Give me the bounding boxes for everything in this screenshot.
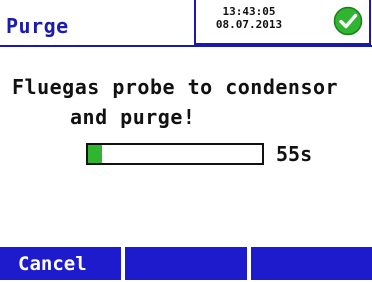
softkey-2[interactable] [125,247,247,280]
check-circle-icon [333,6,363,36]
clock-date: 08.07.2013 [215,18,283,31]
device-screen: Purge 13:43:05 08.07.2013 Fluegas probe … [0,0,372,280]
status-panel: 13:43:05 08.07.2013 [194,0,371,45]
softkey-3[interactable] [250,247,372,280]
purge-progress-bar [86,143,264,165]
softkey-bar: Cancel [0,247,372,280]
page-title: Purge [6,14,69,38]
instruction-message: Fluegas probe to condensor and purge! [12,72,372,132]
progress-fill [88,145,102,163]
header-bar: Purge 13:43:05 08.07.2013 [0,0,372,47]
instruction-line-1: Fluegas probe to condensor [12,75,339,99]
cancel-button[interactable]: Cancel [0,247,122,280]
remaining-time-label: 55s [276,142,313,166]
clock-time: 13:43:05 [222,5,276,18]
instruction-line-2: and purge! [70,105,196,129]
